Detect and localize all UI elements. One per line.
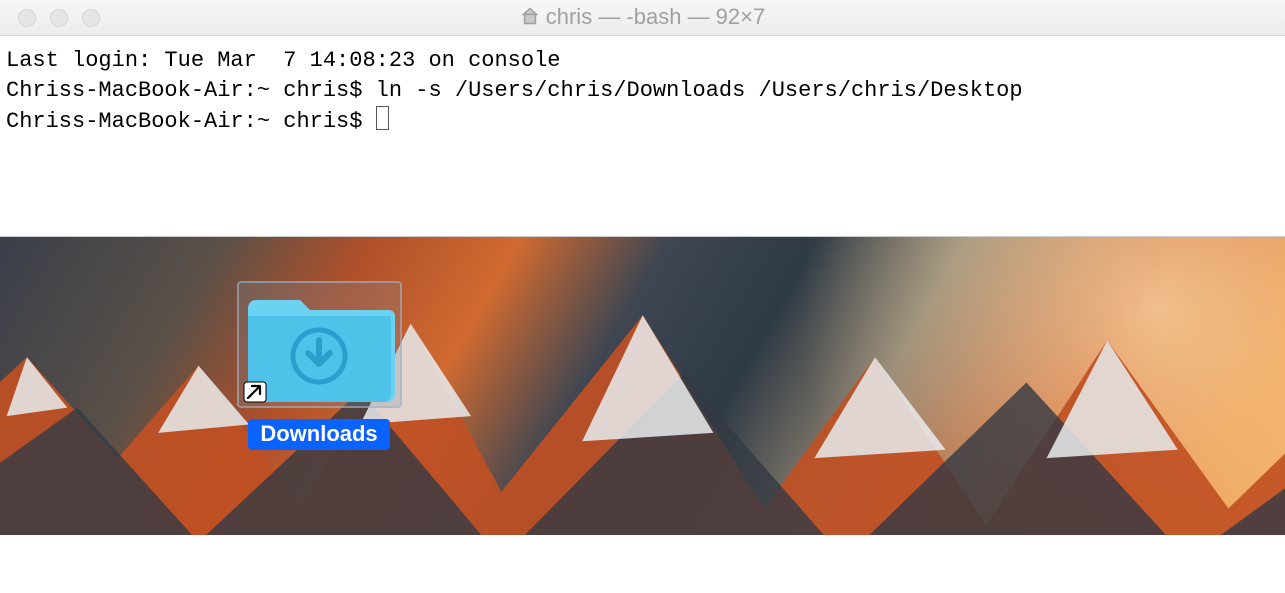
window-titlebar[interactable]: chris — -bash — 92×7 [0,0,1285,36]
terminal-line-command: Chriss-MacBook-Air:~ chris$ ln -s /Users… [6,78,1023,103]
window-title: chris — -bash — 92×7 [0,4,1285,32]
terminal-line-login: Last login: Tue Mar 7 14:08:23 on consol… [6,48,561,73]
terminal-window: chris — -bash — 92×7 Last login: Tue Mar… [0,0,1285,237]
zoom-button[interactable] [82,9,100,27]
terminal-body[interactable]: Last login: Tue Mar 7 14:08:23 on consol… [0,36,1285,147]
downloads-alias[interactable]: Downloads [229,281,409,450]
alias-selection-highlight [237,281,402,408]
folder-icon [242,286,397,404]
alias-arrow-icon [244,382,266,402]
cursor-icon [376,106,389,130]
home-icon [520,6,540,32]
close-button[interactable] [18,9,36,27]
terminal-prompt: Chriss-MacBook-Air:~ chris$ [6,109,376,134]
window-title-text: chris — -bash — 92×7 [546,4,765,29]
minimize-button[interactable] [50,9,68,27]
traffic-lights [0,9,100,27]
frame-margin [0,535,1285,593]
alias-label: Downloads [248,419,389,450]
